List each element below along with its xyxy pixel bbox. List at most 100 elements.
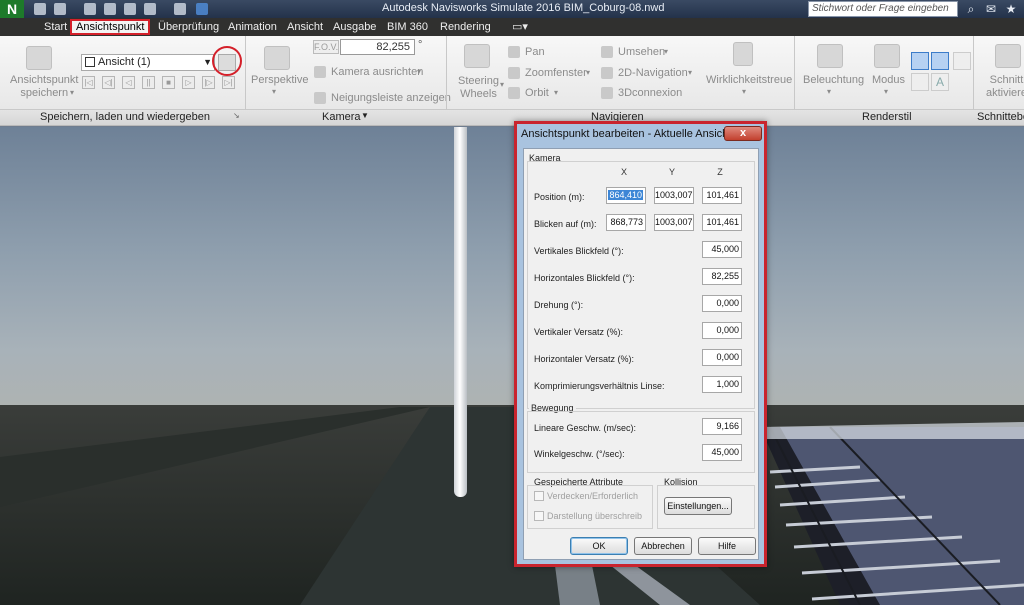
steering-wheels-dropdown-icon[interactable]: ▾ (500, 80, 504, 89)
ok-button[interactable]: OK (570, 537, 628, 555)
zoom-window-dropdown-icon[interactable]: ▾ (586, 68, 590, 77)
vfov-field[interactable]: 45,000 (702, 241, 742, 258)
tab-ansicht[interactable]: Ansicht (283, 19, 327, 35)
position-x-field[interactable]: 864,410 (606, 187, 646, 204)
override-appearance-checkbox[interactable]: Darstellung überschreib (534, 511, 642, 521)
position-z-field[interactable]: 101,461 (702, 187, 742, 204)
open-file-icon[interactable] (54, 3, 66, 15)
cancel-button[interactable]: Abbrechen (634, 537, 692, 555)
pause-icon[interactable]: || (142, 76, 155, 89)
steering-wheel-icon[interactable] (464, 44, 490, 68)
perspective-button[interactable]: Perspektive (251, 74, 308, 86)
group-label-camera[interactable]: Kamera (322, 111, 361, 123)
mode-dropdown-icon[interactable]: ▾ (884, 87, 888, 96)
save-viewpoint-button[interactable]: Ansichtspunkt speichern (10, 74, 78, 100)
last-frame-icon[interactable]: ▷| (222, 76, 235, 89)
realism-button[interactable]: Wirklichkeitstreue (706, 74, 792, 86)
align-camera-button[interactable]: Kamera ausrichten (331, 66, 423, 78)
subscription-icon[interactable]: ✉ (984, 2, 998, 16)
tilt-bar-button[interactable]: Neigungsleiste anzeigen (331, 92, 451, 104)
linear-speed-field[interactable]: 9,166 (702, 418, 742, 435)
position-y-field[interactable]: 1003,007 (654, 187, 694, 204)
redo-icon[interactable] (144, 3, 156, 15)
angular-speed-label: Winkelgeschw. (°/sec): (534, 449, 625, 459)
fov-input[interactable]: 82,255 (340, 39, 415, 55)
pan-button[interactable]: Pan (525, 46, 545, 58)
hfov-field[interactable]: 82,255 (702, 268, 742, 285)
new-file-icon[interactable] (34, 3, 46, 15)
app-logo[interactable]: N (0, 0, 24, 18)
nav-2d-dropdown-icon[interactable]: ▾ (688, 68, 692, 77)
tab-rendering[interactable]: Rendering (436, 19, 495, 35)
first-frame-icon[interactable]: |◁ (82, 76, 95, 89)
lighting-button[interactable]: Beleuchtung (803, 74, 864, 86)
tab-ansichtspunkt[interactable]: Ansichtspunkt (70, 19, 151, 35)
look-around-button[interactable]: Umsehen (618, 46, 665, 58)
play-icon[interactable]: ▷ (182, 76, 195, 89)
stop-icon[interactable]: ■ (162, 76, 175, 89)
connexion-icon (601, 87, 613, 99)
step-back-icon[interactable]: ◁| (102, 76, 115, 89)
help-button[interactable]: Hilfe (698, 537, 756, 555)
play-back-icon[interactable]: ◁ (122, 76, 135, 89)
save-icon[interactable] (84, 3, 96, 15)
ribbon-panel: Ansichtspunkt speichern ▾ |◁ ◁| ◁ || ■ ▷… (0, 36, 1024, 110)
mode-icon[interactable] (874, 44, 900, 68)
roll-field[interactable]: 0,000 (702, 295, 742, 312)
hide-required-checkbox[interactable]: Verdecken/Erforderlich (534, 491, 638, 501)
nav-2d-button[interactable]: 2D-Navigation (618, 67, 688, 79)
viewpoint-select[interactable]: Ansicht (1) ▼ (81, 54, 215, 71)
look-at-x-field[interactable]: 868,773 (606, 214, 646, 231)
position-label: Position (m): (534, 192, 585, 202)
mode-button[interactable]: Modus (872, 74, 905, 86)
steering-wheels-button[interactable]: Steering Wheels (458, 75, 499, 101)
undo-icon[interactable] (124, 3, 136, 15)
favorites-star-icon[interactable]: ★ (1004, 2, 1018, 16)
points-toggle-icon[interactable] (953, 52, 971, 70)
perspective-dropdown-icon[interactable]: ▾ (272, 87, 276, 96)
tab-start[interactable]: Start (40, 19, 71, 35)
tab-overflow-icon[interactable]: ▭▾ (508, 19, 532, 35)
binoculars-icon[interactable]: ⌕ (964, 2, 978, 16)
3d-viewport[interactable] (0, 127, 1024, 605)
text-toggle-icon[interactable]: A (931, 73, 949, 91)
vshift-field[interactable]: 0,000 (702, 322, 742, 339)
col-header-y: Y (668, 167, 675, 177)
lighting-dropdown-icon[interactable]: ▾ (827, 87, 831, 96)
orbit-dropdown-icon[interactable]: ▾ (554, 88, 558, 97)
realism-dropdown-icon[interactable]: ▾ (742, 87, 746, 96)
tab-ueberpruefung[interactable]: Überprüfung (154, 19, 223, 35)
realism-figure-icon[interactable] (733, 42, 753, 66)
surfaces-toggle-icon[interactable] (911, 52, 929, 70)
step-forward-icon[interactable]: |▷ (202, 76, 215, 89)
zoom-window-button[interactable]: Zoomfenster (525, 67, 587, 79)
lines-toggle-icon[interactable] (931, 52, 949, 70)
hshift-field[interactable]: 0,000 (702, 349, 742, 366)
tab-ausgabe[interactable]: Ausgabe (329, 19, 380, 35)
tab-animation[interactable]: Animation (224, 19, 281, 35)
print-icon[interactable] (104, 3, 116, 15)
camera-save-icon[interactable] (26, 46, 52, 70)
lighting-icon[interactable] (817, 44, 843, 68)
tab-bim360[interactable]: BIM 360 (383, 19, 432, 35)
look-at-y-field[interactable]: 1003,007 (654, 214, 694, 231)
align-camera-dropdown-icon[interactable]: ▾ (417, 67, 421, 76)
connexion-button[interactable]: 3Dconnexion (618, 87, 682, 99)
angular-speed-field[interactable]: 45,000 (702, 444, 742, 461)
sectioning-icon[interactable] (995, 44, 1021, 68)
look-at-z-field[interactable]: 101,461 (702, 214, 742, 231)
camera-group-dropdown-icon[interactable]: ▼ (361, 111, 369, 120)
perspective-icon[interactable] (264, 46, 290, 70)
collision-settings-button[interactable]: Einstellungen... (664, 497, 732, 515)
save-viewpoint-dropdown-icon[interactable]: ▾ (70, 88, 74, 97)
refresh-icon[interactable] (174, 3, 186, 15)
dialog-launcher-icon[interactable]: ↘ (233, 111, 240, 120)
look-around-dropdown-icon[interactable]: ▾ (664, 47, 668, 56)
close-button[interactable]: x (724, 126, 762, 141)
search-input[interactable]: Stichwort oder Frage eingeben (808, 1, 958, 17)
select-cursor-icon[interactable] (196, 3, 208, 15)
snap-points-toggle-icon[interactable] (911, 73, 929, 91)
sectioning-button[interactable]: Schnitt aktiviere (986, 74, 1024, 100)
lens-field[interactable]: 1,000 (702, 376, 742, 393)
orbit-button[interactable]: Orbit (525, 87, 549, 99)
